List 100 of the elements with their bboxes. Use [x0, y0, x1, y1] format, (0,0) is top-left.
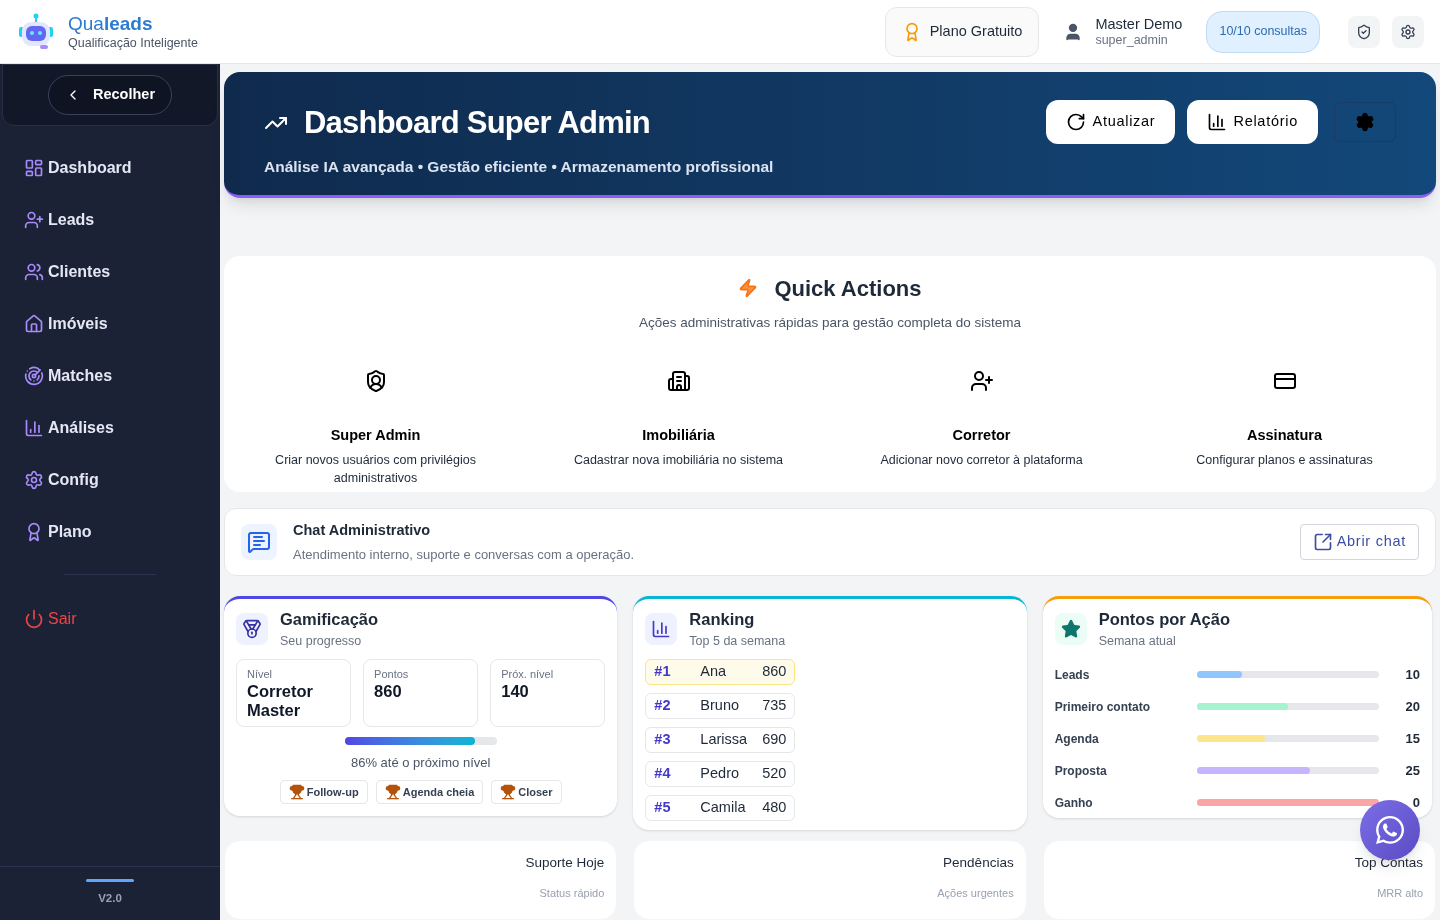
action-label: Primeiro contato	[1054, 698, 1151, 716]
section-subtitle: Ações administrativas rápidas para gestão completa do sistema	[639, 313, 1021, 332]
action-description: Configurar planos e assinaturas	[1196, 451, 1373, 469]
rank-name: Ana	[700, 661, 727, 681]
users-icon	[24, 262, 44, 282]
points-value: 10	[1405, 665, 1420, 684]
rank-points: 860	[762, 661, 787, 681]
chat-title: Chat Administrativo	[293, 520, 432, 540]
action-title[interactable]: Assinatura	[1247, 424, 1322, 447]
rank-name: Larissa	[700, 729, 748, 749]
settings-icon	[24, 470, 44, 490]
dashboard-icon	[24, 158, 44, 178]
action-label: Leads	[1054, 666, 1091, 684]
rank-number: #2	[654, 695, 672, 715]
card-subtitle: Seu progresso	[280, 632, 363, 650]
card-subtitle: MRR alto	[1377, 886, 1423, 902]
power-icon	[24, 609, 44, 629]
rank-number: #1	[654, 661, 672, 681]
rank-points: 520	[762, 763, 787, 783]
chat-subtitle: Atendimento interno, suporte e conversas com a operação.	[293, 546, 635, 565]
nav-item[interactable]: Imóveis	[24, 298, 196, 350]
nav-item[interactable]: Plano	[24, 506, 196, 558]
rank-number: #4	[654, 763, 672, 783]
card-subtitle: Semana atual	[1098, 632, 1177, 650]
trophy-icon	[384, 784, 401, 800]
nav-item[interactable]: Análises	[24, 402, 196, 454]
user-name: Master Demo	[1095, 14, 1183, 33]
rank-name: Camila	[700, 797, 746, 817]
card-title: Suporte Hoje	[525, 854, 605, 872]
card-subtitle: Status rápido	[539, 886, 605, 902]
stat-value: 860	[374, 682, 403, 701]
nav-item[interactable]: Dashboard	[24, 142, 196, 194]
add-user-icon[interactable]	[969, 368, 994, 393]
card-subtitle: Top 5 da semana	[689, 632, 786, 650]
nav-item[interactable]: Leads	[24, 194, 196, 246]
stat-label: Pontos	[374, 666, 410, 682]
action-description: Cadastrar nova imobiliária no sistema	[573, 451, 784, 469]
hero-button[interactable]: Atualizar	[1046, 100, 1176, 144]
card-title: Pendências	[943, 854, 1014, 872]
action-label: Agenda	[1054, 730, 1100, 748]
trophy-icon	[500, 784, 517, 800]
collapse-button[interactable]: Recolher	[47, 75, 173, 115]
plan-button[interactable]: Plano Gratuito	[884, 6, 1040, 57]
action-description: Adicionar novo corretor à plataforma	[880, 451, 1083, 469]
card-title: Gamificação	[280, 609, 379, 630]
house-icon	[24, 314, 44, 334]
logout-link[interactable]: Sair	[24, 607, 196, 631]
security-button[interactable]	[1348, 15, 1380, 48]
points-value: 20	[1405, 697, 1420, 716]
shield-icon	[1356, 23, 1372, 40]
whatsapp-icon	[1374, 814, 1406, 846]
medal-icon	[242, 618, 262, 639]
stat-value: Corretor Master	[247, 682, 314, 720]
brand-tagline: Qualificação Inteligente	[68, 35, 198, 52]
brand-name: Qualeads	[68, 11, 154, 36]
action-label: Proposta	[1054, 762, 1108, 780]
progress-text: 86% até o próximo nível	[349, 753, 492, 772]
user-role: super_admin	[1095, 32, 1169, 49]
card-title: Ranking	[689, 609, 756, 630]
rank-points: 480	[762, 797, 787, 817]
open-chat-button[interactable]: Abrir chat	[1299, 524, 1419, 561]
achievement-badge: Agenda cheia	[375, 780, 484, 804]
star-icon	[1060, 618, 1081, 639]
rank-name: Bruno	[700, 695, 740, 715]
card-subtitle: Ações urgentes	[937, 886, 1014, 902]
trophy-icon	[288, 784, 305, 800]
stat-label: Próx. nível	[501, 666, 555, 682]
section-title: Quick Actions	[774, 274, 922, 303]
quota-badge: 10/10 consultas	[1206, 10, 1320, 53]
action-label: Ganho	[1054, 794, 1094, 812]
points-value: 0	[1412, 793, 1420, 812]
settings-button[interactable]	[1392, 15, 1424, 48]
points-value: 15	[1405, 729, 1420, 748]
points-value: 25	[1405, 761, 1420, 780]
rank-number: #5	[654, 797, 672, 817]
building-icon[interactable]	[666, 368, 691, 393]
chat-icon	[247, 530, 271, 555]
nav-item[interactable]: Config	[24, 454, 196, 506]
bar-chart-icon	[651, 618, 672, 639]
nav-item[interactable]: Matches	[24, 350, 196, 402]
achievement-badge: Closer	[491, 780, 562, 804]
action-title[interactable]: Corretor	[952, 424, 1011, 447]
page-title: Dashboard Super Admin	[304, 104, 650, 142]
achievement-badge: Follow-up	[279, 780, 368, 804]
refresh-icon	[1066, 112, 1087, 132]
settings-icon	[1400, 23, 1416, 40]
version-label: V2.0	[98, 891, 122, 907]
stat-label: Nível	[247, 666, 274, 682]
action-title[interactable]: Super Admin	[330, 424, 421, 447]
rank-name: Pedro	[700, 763, 740, 783]
add-user-icon	[24, 210, 44, 230]
hero-button[interactable]: Relatório	[1187, 100, 1318, 144]
rank-points: 735	[762, 695, 787, 715]
page-subtitle: Análise IA avançada • Gestão eficiente • Armazenamento profissional	[264, 156, 774, 177]
nav-item[interactable]: Clientes	[24, 246, 196, 298]
rank-points: 690	[762, 729, 787, 749]
action-title[interactable]: Imobiliária	[642, 424, 715, 447]
rank-number: #3	[654, 729, 672, 749]
external-link-icon	[1312, 532, 1333, 553]
action-description: Criar novos usuários com privilégios administrativos	[274, 451, 477, 487]
